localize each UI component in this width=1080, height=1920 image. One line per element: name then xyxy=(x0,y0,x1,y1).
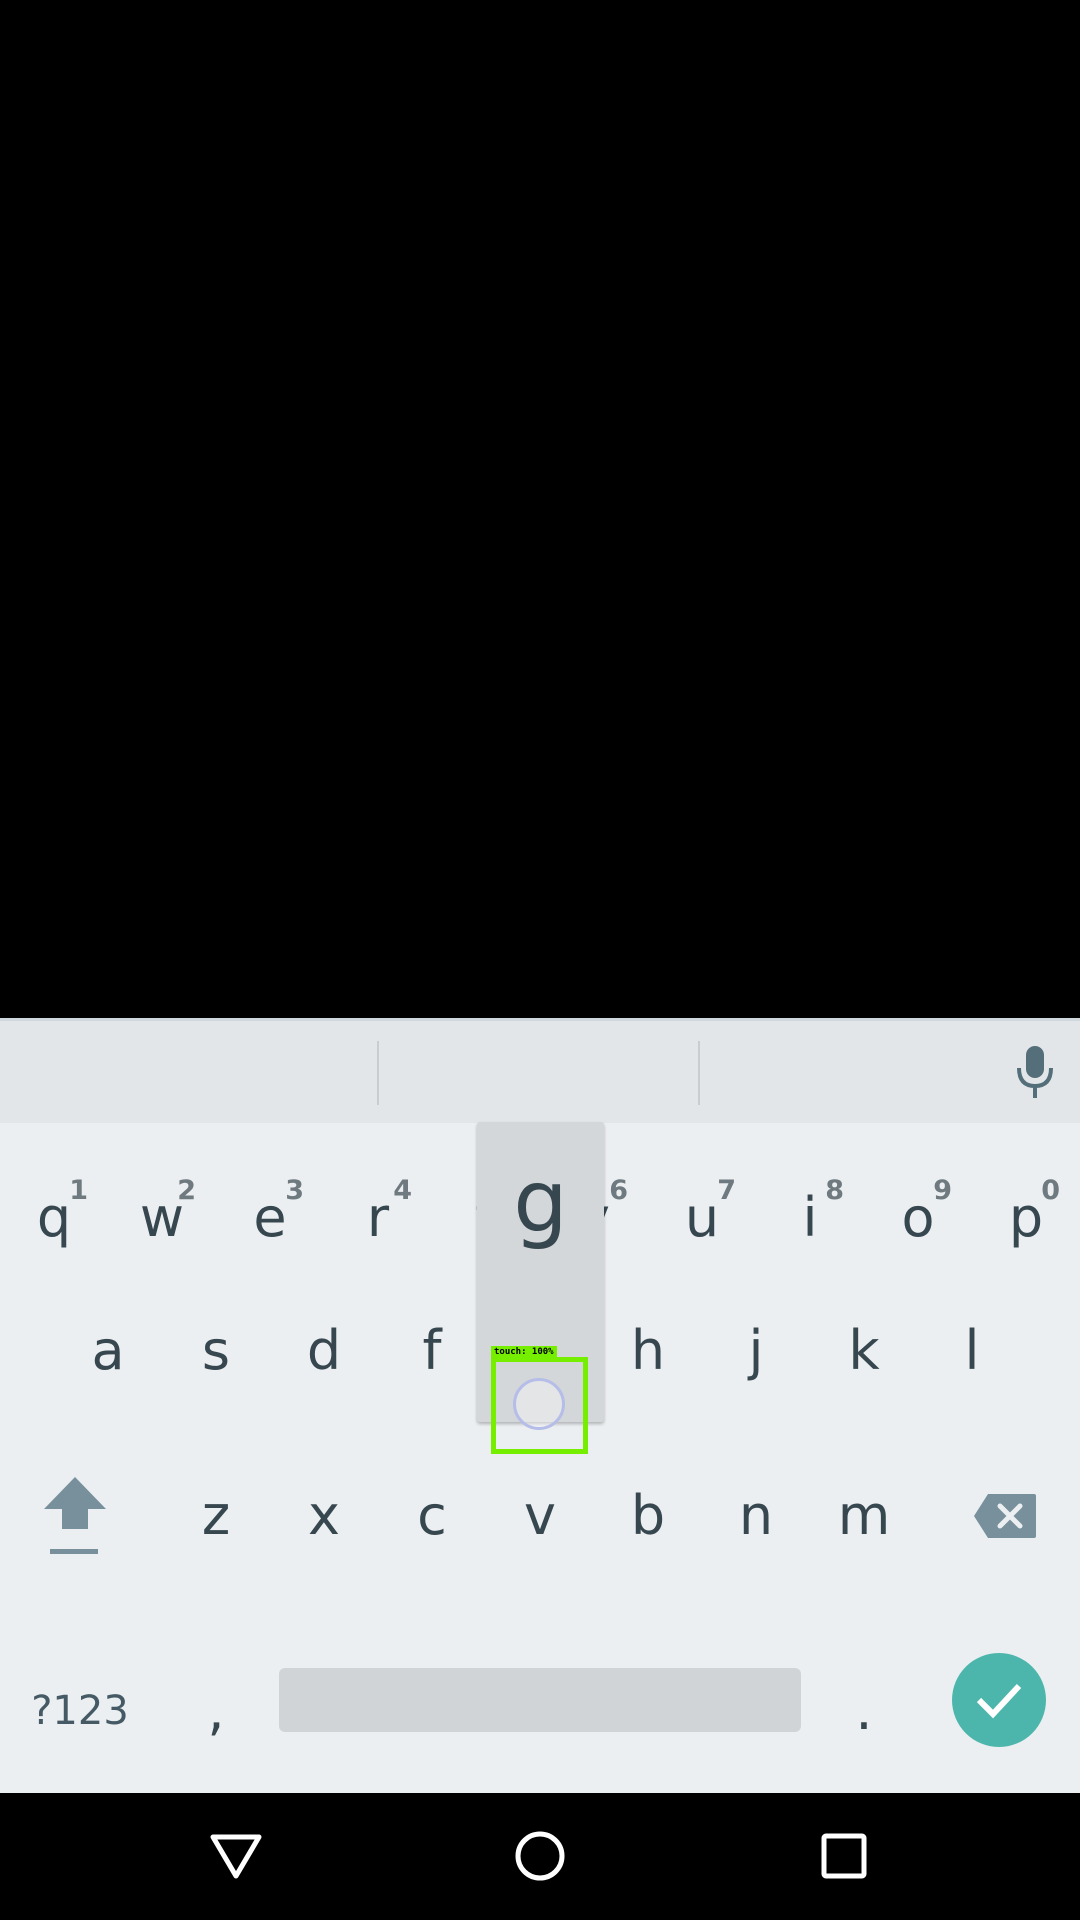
mic-icon xyxy=(1017,1046,1053,1098)
key-r[interactable]: 4r xyxy=(324,1145,432,1270)
shift-key[interactable] xyxy=(20,1453,130,1578)
key-preview-letter: g xyxy=(513,1152,568,1252)
key-label: f xyxy=(422,1318,442,1382)
key-n[interactable]: n xyxy=(702,1453,810,1578)
key-u[interactable]: 7u xyxy=(648,1145,756,1270)
touch-point xyxy=(513,1378,565,1430)
home-icon xyxy=(515,1831,565,1881)
key-s[interactable]: s xyxy=(162,1288,270,1413)
key-label: v xyxy=(524,1483,556,1547)
key-c[interactable]: c xyxy=(378,1453,486,1578)
key-hint: 2 xyxy=(177,1175,196,1206)
key-label: j xyxy=(748,1318,764,1382)
key-label: q xyxy=(36,1185,72,1249)
key-label: z xyxy=(201,1483,231,1547)
back-icon xyxy=(210,1834,262,1879)
period-key[interactable]: . xyxy=(810,1648,918,1773)
check-icon xyxy=(976,1683,1022,1719)
key-d[interactable]: d xyxy=(270,1288,378,1413)
backspace-icon xyxy=(974,1493,1036,1538)
key-hint: 1 xyxy=(69,1175,88,1206)
home-button[interactable] xyxy=(495,1816,585,1896)
key-j[interactable]: j xyxy=(702,1288,810,1413)
key-label: . xyxy=(855,1678,873,1742)
key-label: d xyxy=(306,1318,342,1382)
suggestion-strip xyxy=(0,1021,1080,1123)
key-h[interactable]: h xyxy=(594,1288,702,1413)
key-hint: 3 xyxy=(285,1175,304,1206)
key-p[interactable]: 0p xyxy=(972,1145,1080,1270)
key-label: e xyxy=(253,1185,287,1249)
key-k[interactable]: k xyxy=(810,1288,918,1413)
backspace-key[interactable] xyxy=(950,1453,1060,1578)
key-label: s xyxy=(201,1318,231,1382)
key-label: c xyxy=(417,1483,447,1547)
recents-button[interactable] xyxy=(799,1816,889,1896)
key-o[interactable]: 9o xyxy=(864,1145,972,1270)
key-label: r xyxy=(366,1185,390,1249)
key-hint: 0 xyxy=(1041,1175,1060,1206)
key-label: x xyxy=(308,1483,340,1547)
key-label: h xyxy=(630,1318,666,1382)
key-label: ?123 xyxy=(31,1687,129,1734)
key-hint: 8 xyxy=(825,1175,844,1206)
key-label: u xyxy=(684,1185,720,1249)
key-label: p xyxy=(1008,1185,1044,1249)
key-hint: 6 xyxy=(609,1175,628,1206)
key-q[interactable]: 1q xyxy=(0,1145,108,1270)
back-button[interactable] xyxy=(191,1816,281,1896)
key-z[interactable]: z xyxy=(162,1453,270,1578)
key-label: a xyxy=(91,1318,125,1382)
app-content-area xyxy=(0,0,1080,1018)
key-hint: 4 xyxy=(393,1175,412,1206)
enter-key[interactable] xyxy=(952,1653,1046,1747)
key-m[interactable]: m xyxy=(810,1453,918,1578)
key-i[interactable]: 8i xyxy=(756,1145,864,1270)
key-label: k xyxy=(848,1318,880,1382)
key-l[interactable]: l xyxy=(918,1288,1026,1413)
key-a[interactable]: a xyxy=(54,1288,162,1413)
space-key[interactable] xyxy=(279,1668,801,1732)
key-label: i xyxy=(802,1185,818,1249)
key-x[interactable]: x xyxy=(270,1453,378,1578)
key-v[interactable]: v xyxy=(486,1453,594,1578)
key-hint: 7 xyxy=(717,1175,736,1206)
recents-icon xyxy=(821,1833,867,1879)
key-label: l xyxy=(964,1318,980,1382)
voice-input-button[interactable] xyxy=(990,1021,1080,1123)
suggestion-divider xyxy=(377,1041,379,1105)
key-label: o xyxy=(901,1185,935,1249)
key-label: , xyxy=(207,1678,225,1742)
key-f[interactable]: f xyxy=(378,1288,486,1413)
comma-key[interactable]: , xyxy=(162,1648,270,1773)
key-label: b xyxy=(630,1483,666,1547)
navigation-bar xyxy=(0,1793,1080,1920)
symbols-key[interactable]: ?123 xyxy=(20,1648,140,1773)
shift-icon xyxy=(44,1476,106,1554)
key-w[interactable]: 2w xyxy=(108,1145,216,1270)
key-hint: 9 xyxy=(933,1175,952,1206)
suggestion-divider xyxy=(698,1041,700,1105)
key-label: n xyxy=(738,1483,774,1547)
key-e[interactable]: 3e xyxy=(216,1145,324,1270)
key-b[interactable]: b xyxy=(594,1453,702,1578)
key-label: m xyxy=(837,1483,891,1547)
